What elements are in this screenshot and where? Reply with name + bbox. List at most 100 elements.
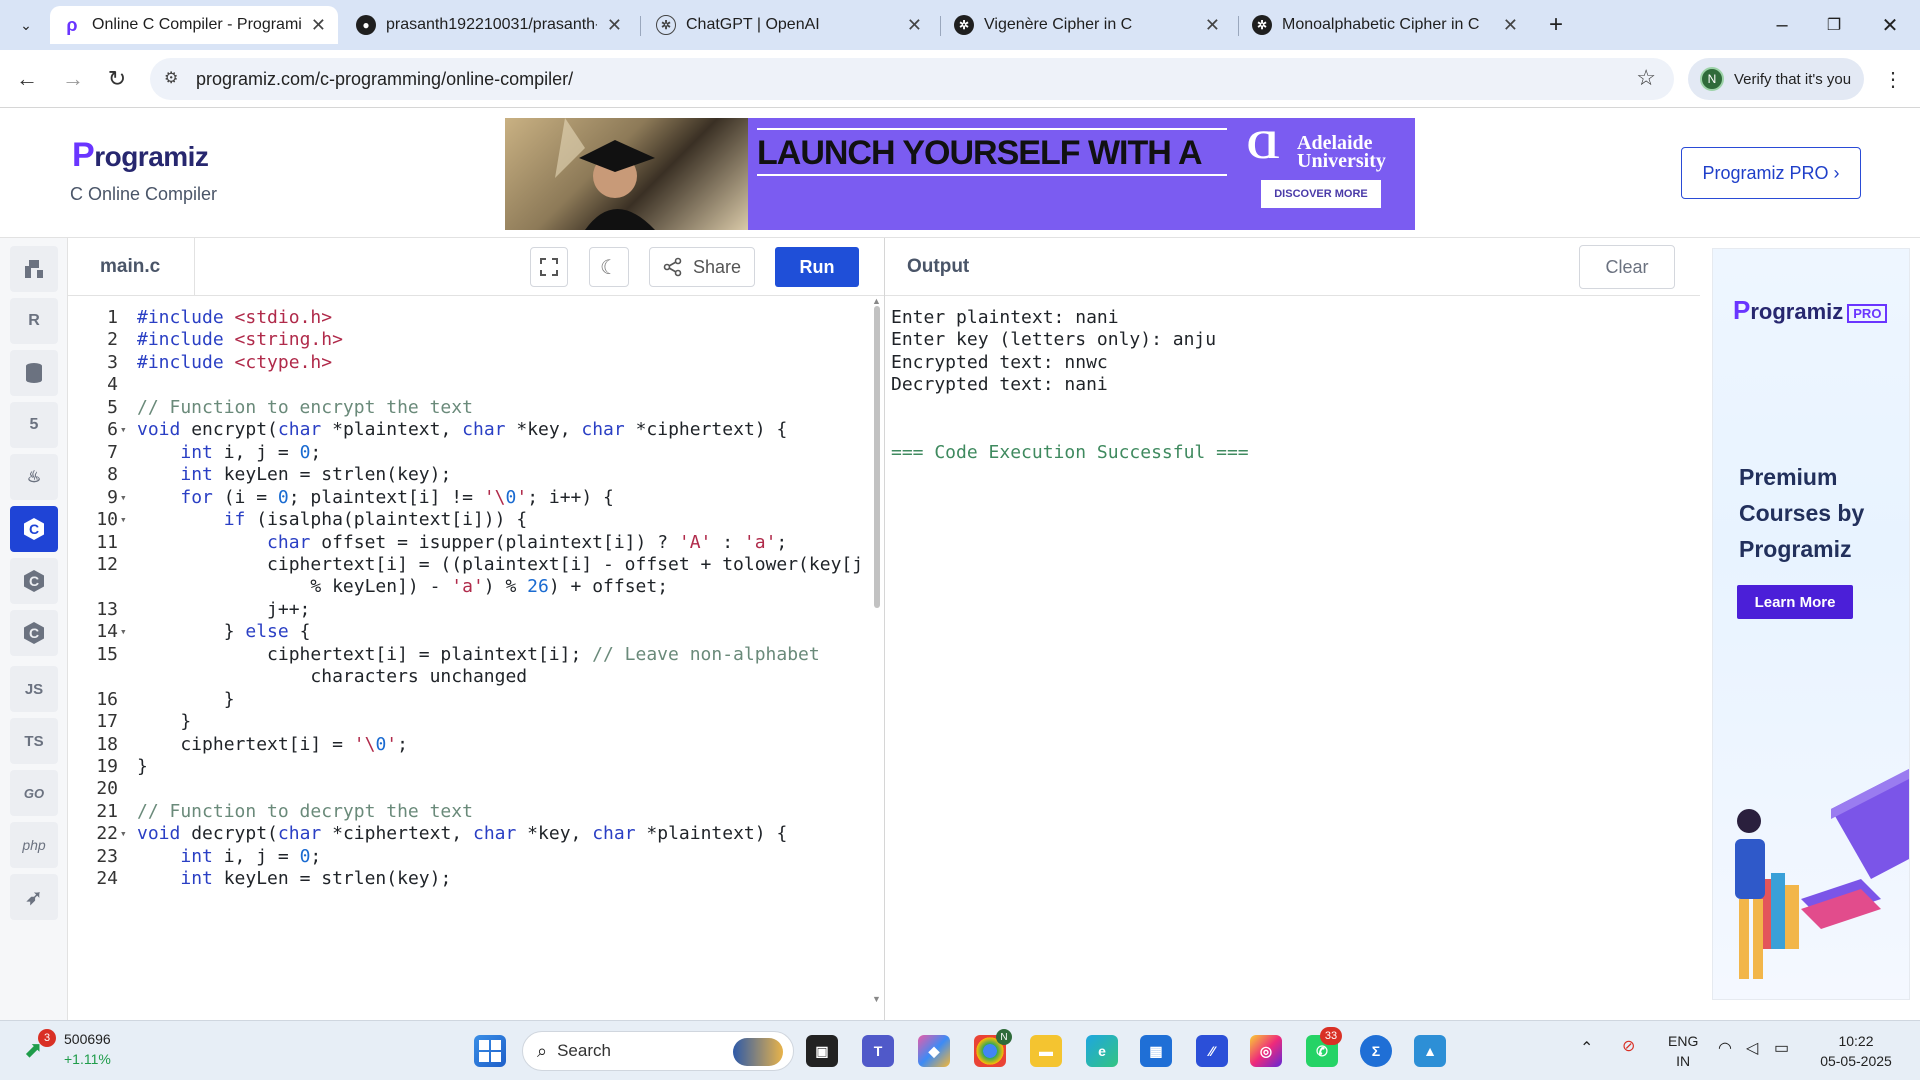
programiz-icon: ρ — [66, 14, 78, 35]
lang-sql-icon[interactable] — [10, 350, 58, 396]
clock[interactable]: 10:22 05-05-2025 — [1816, 1031, 1896, 1071]
openai-icon: ✲ — [954, 15, 974, 35]
show-hidden-icons[interactable]: ⌃ — [1580, 1039, 1593, 1059]
dark-mode-button[interactable]: ☾ — [589, 247, 629, 287]
stock-badge: 3 — [38, 1029, 56, 1047]
code-text[interactable]: #include <ctype.h> — [137, 349, 332, 376]
close-icon[interactable]: ✕ — [907, 15, 922, 36]
ad-headline: Premium Courses by Programiz — [1739, 464, 1865, 562]
share-button[interactable]: Share — [649, 247, 755, 287]
moon-icon: ☾ — [600, 256, 618, 279]
sigma-app-icon[interactable]: Σ — [1360, 1035, 1392, 1067]
scroll-down-arrow[interactable]: ▼ — [872, 994, 881, 1004]
tab-chatgpt[interactable]: ✲ ChatGPT | OpenAI ✕ — [644, 6, 934, 44]
fold-gutter[interactable] — [118, 865, 132, 892]
lang-python-icon[interactable] — [10, 246, 58, 292]
code-line[interactable]: 24 int keyLen = strlen(key); — [68, 865, 451, 892]
lang-php-icon[interactable]: php — [10, 822, 58, 868]
url-text[interactable]: programiz.com/c-programming/online-compi… — [196, 69, 573, 90]
ad-discover-button[interactable]: DISCOVER MORE — [1261, 180, 1381, 208]
minimize-button[interactable]: – — [1754, 0, 1810, 50]
programiz-pro-button[interactable]: Programiz PRO › — [1681, 147, 1861, 199]
store-icon[interactable]: ▦ — [1140, 1035, 1172, 1067]
close-icon[interactable]: ✕ — [311, 15, 326, 36]
tab-monoalphabetic[interactable]: ✲ Monoalphabetic Cipher in C ✕ — [1240, 6, 1530, 44]
programiz-logo[interactable]: Programiz — [72, 136, 209, 175]
windows-start-icon[interactable] — [474, 1035, 506, 1067]
learn-more-button[interactable]: Learn More — [1737, 585, 1853, 619]
task-view-icon[interactable]: ▣ — [806, 1035, 838, 1067]
security-icon[interactable]: ⊘ — [1622, 1037, 1635, 1057]
address-bar-row: ← → ↻ ⚙ programiz.com/c-programming/onli… — [0, 50, 1920, 108]
ad-illustration — [1735, 769, 1909, 979]
lang-swift-icon[interactable]: ➶ — [10, 874, 58, 920]
windows-taskbar: ⬈ 3 500696 +1.11% ⌕ Search ▣ T ◆ N ▬ e ▦… — [0, 1020, 1920, 1080]
lang-html-icon[interactable]: 5 — [10, 402, 58, 448]
programiz-pro-ad[interactable]: Programiz PRO Premium Courses by Programi… — [1712, 248, 1910, 1000]
instagram-icon[interactable]: ◎ — [1250, 1035, 1282, 1067]
back-button[interactable]: ← — [10, 62, 44, 96]
whatsapp-badge: 33 — [1320, 1027, 1342, 1045]
tab-github[interactable]: ● prasanth192210031/prasanth-1 ✕ — [344, 6, 634, 44]
close-icon[interactable]: ✕ — [607, 15, 622, 36]
lang-r-icon[interactable]: R — [10, 298, 58, 344]
browser-menu-icon[interactable]: ⋮ — [1876, 62, 1910, 96]
tab-vigenere[interactable]: ✲ Vigenère Cipher in C ✕ — [942, 6, 1232, 44]
forward-button[interactable]: → — [56, 62, 90, 96]
lang-typescript-icon[interactable]: TS — [10, 718, 58, 764]
lang-cpp-icon[interactable]: C — [10, 558, 58, 604]
new-tab-button[interactable]: + — [1528, 0, 1584, 50]
fullscreen-button[interactable] — [530, 247, 568, 287]
tab-search-button[interactable]: ⌄ — [4, 0, 48, 50]
output-header: Output Clear — [885, 238, 1700, 296]
lang-csharp-icon[interactable]: C — [10, 610, 58, 656]
code-text[interactable]: ciphertext[i] = '\0'; — [137, 731, 408, 758]
reload-button[interactable]: ↻ — [100, 62, 134, 96]
line-number: 24 — [96, 868, 118, 890]
volume-icon[interactable]: ◁ — [1746, 1039, 1758, 1059]
lang-javascript-icon[interactable]: JS — [10, 666, 58, 712]
url-bar[interactable]: ⚙ programiz.com/c-programming/online-com… — [150, 58, 1674, 100]
code-text[interactable]: } — [137, 753, 148, 780]
ad-banner[interactable]: LAUNCH YOURSELF WITH A Ɑ Adelaide Univer… — [505, 118, 1415, 230]
editor-scrollbar[interactable] — [874, 306, 880, 608]
battery-icon[interactable]: ▭ — [1774, 1039, 1789, 1059]
app-icon[interactable]: ⁄⁄ — [1196, 1035, 1228, 1067]
code-text[interactable]: int keyLen = strlen(key); — [137, 865, 451, 892]
bookmark-star-icon[interactable]: ☆ — [1636, 65, 1656, 91]
svg-text:C: C — [29, 573, 39, 589]
language-indicator[interactable]: ENG IN — [1668, 1031, 1698, 1071]
file-tab-main-c[interactable]: main.c — [100, 256, 160, 278]
lang-c-icon[interactable]: C — [10, 506, 58, 552]
lang-java-icon[interactable]: ♨ — [10, 454, 58, 500]
site-info-icon[interactable]: ⚙ — [164, 68, 178, 88]
close-window-button[interactable]: ✕ — [1862, 0, 1918, 50]
restore-button[interactable]: ❐ — [1806, 0, 1862, 50]
ad-headline: LAUNCH YOURSELF WITH A — [757, 134, 1203, 172]
edge-icon[interactable]: e — [1086, 1035, 1118, 1067]
openai-icon: ✲ — [656, 15, 676, 35]
wifi-icon[interactable]: ◠ — [1718, 1039, 1732, 1059]
ad-photo — [505, 118, 748, 230]
openai-icon: ✲ — [1252, 15, 1272, 35]
close-icon[interactable]: ✕ — [1205, 15, 1220, 36]
tab-programiz[interactable]: ρ Online C Compiler - Programiz ✕ — [50, 6, 338, 44]
clear-button[interactable]: Clear — [1579, 245, 1675, 289]
copilot-icon[interactable]: ◆ — [918, 1035, 950, 1067]
photos-icon[interactable]: ▲ — [1414, 1035, 1446, 1067]
code-editor[interactable]: 1 #include <stdio.h> 2 #include <string.h> 3… — [68, 296, 885, 1020]
file-explorer-icon[interactable]: ▬ — [1030, 1035, 1062, 1067]
taskbar-search[interactable]: ⌕ Search — [522, 1031, 794, 1071]
teams-icon[interactable]: T — [862, 1035, 894, 1067]
lang-go-icon[interactable]: GO — [10, 770, 58, 816]
output-title: Output — [907, 256, 970, 277]
ad-programiz-logo: Programiz PRO — [1733, 295, 1888, 326]
run-button[interactable]: Run — [775, 247, 859, 287]
search-icon: ⌕ — [537, 1040, 548, 1061]
scroll-up-arrow[interactable]: ▲ — [872, 296, 881, 306]
close-icon[interactable]: ✕ — [1503, 15, 1518, 36]
search-highlight-icon — [733, 1038, 783, 1066]
fullscreen-icon — [540, 258, 558, 276]
output-console[interactable]: Enter plaintext: nani Enter key (letters … — [885, 296, 1700, 1020]
verify-profile-button[interactable]: N Verify that it's you — [1688, 58, 1864, 100]
